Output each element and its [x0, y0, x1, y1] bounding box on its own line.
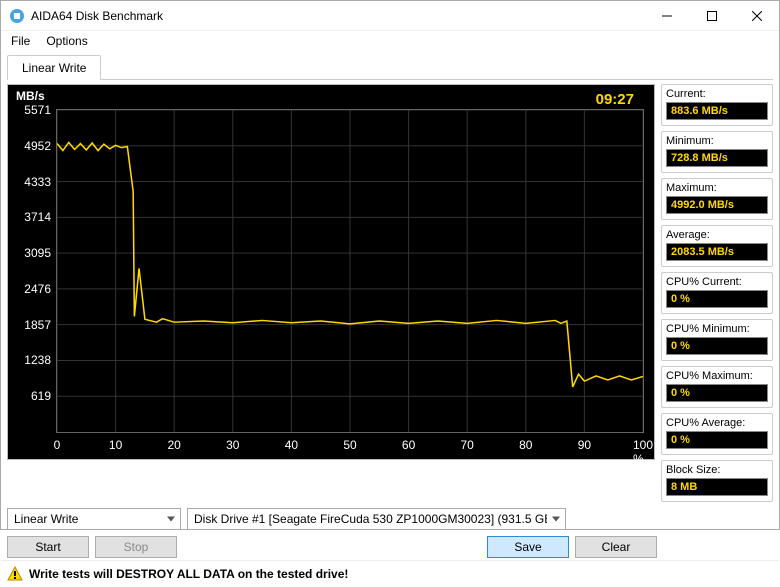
stats-panel: Current: 883.6 MB/s Minimum: 728.8 MB/s … — [661, 84, 773, 502]
chart-ytick: 2476 — [11, 282, 51, 296]
controls-row-1: Linear Write Disk Drive #1 [Seagate Fire… — [1, 502, 779, 530]
minimize-button[interactable] — [644, 1, 689, 31]
chart-panel: MB/s 09:27 55714952433337143095247618571… — [7, 84, 655, 460]
chart-ytick: 3095 — [11, 246, 51, 260]
clear-button[interactable]: Clear — [575, 536, 657, 558]
chart-time: 09:27 — [596, 91, 634, 108]
stat-cpu-current: CPU% Current: 0 % — [661, 272, 773, 314]
tab-linear-write[interactable]: Linear Write — [7, 55, 101, 80]
chart-y-label: MB/s — [16, 89, 45, 103]
menu-bar: File Options — [1, 31, 779, 51]
chart-ytick: 4333 — [11, 175, 51, 189]
save-button[interactable]: Save — [487, 536, 569, 558]
chart-xtick: 10 — [109, 438, 122, 452]
chart-ytick: 619 — [11, 389, 51, 403]
chart-ytick: 5571 — [11, 103, 51, 117]
chart-xtick: 30 — [226, 438, 239, 452]
warning-icon — [7, 566, 23, 582]
controls-row-2: Start Stop Save Clear — [1, 530, 779, 558]
stat-cpu-minimum: CPU% Minimum: 0 % — [661, 319, 773, 361]
stat-cpu-maximum: CPU% Maximum: 0 % — [661, 366, 773, 408]
stat-cpu-average: CPU% Average: 0 % — [661, 413, 773, 455]
app-icon — [9, 8, 25, 24]
chart-ytick: 4952 — [11, 139, 51, 153]
mode-select[interactable]: Linear Write — [7, 508, 181, 530]
stat-average: Average: 2083.5 MB/s — [661, 225, 773, 267]
window-title: AIDA64 Disk Benchmark — [31, 9, 644, 23]
chart-xtick: 60 — [402, 438, 415, 452]
stat-minimum: Minimum: 728.8 MB/s — [661, 131, 773, 173]
chart-ytick: 3714 — [11, 210, 51, 224]
menu-options[interactable]: Options — [40, 32, 93, 50]
chart-xtick: 0 — [54, 438, 61, 452]
drive-select[interactable]: Disk Drive #1 [Seagate FireCuda 530 ZP10… — [187, 508, 566, 530]
maximize-button[interactable] — [689, 1, 734, 31]
stop-button[interactable]: Stop — [95, 536, 177, 558]
stat-block-size: Block Size: 8 MB — [661, 460, 773, 502]
stat-maximum: Maximum: 4992.0 MB/s — [661, 178, 773, 220]
chart-xtick: 100 % — [633, 438, 653, 466]
chart-plot-area: 5571495243333714309524761857123861901020… — [56, 109, 644, 433]
close-button[interactable] — [734, 1, 779, 31]
warning-bar: Write tests will DESTROY ALL DATA on the… — [1, 560, 779, 587]
chart-xtick: 50 — [343, 438, 356, 452]
chart-xtick: 80 — [519, 438, 532, 452]
tab-strip: Linear Write — [1, 53, 779, 79]
chart-ytick: 1857 — [11, 318, 51, 332]
warning-text: Write tests will DESTROY ALL DATA on the… — [29, 567, 348, 581]
start-button[interactable]: Start — [7, 536, 89, 558]
chart-xtick: 70 — [461, 438, 474, 452]
chart-xtick: 40 — [285, 438, 298, 452]
chart-ytick: 1238 — [11, 353, 51, 367]
stat-current: Current: 883.6 MB/s — [661, 84, 773, 126]
chart-xtick: 20 — [168, 438, 181, 452]
chart-xtick: 90 — [578, 438, 591, 452]
title-bar: AIDA64 Disk Benchmark — [1, 1, 779, 31]
menu-file[interactable]: File — [5, 32, 36, 50]
